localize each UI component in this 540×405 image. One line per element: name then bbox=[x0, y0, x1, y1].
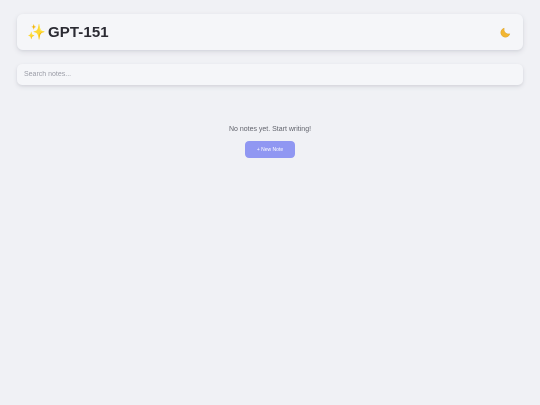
sparkles-icon: ✨ bbox=[27, 22, 46, 41]
crescent-moon-icon bbox=[500, 27, 510, 37]
app-title: GPT-151 bbox=[48, 23, 109, 41]
empty-state: No notes yet. Start writing! + New Note bbox=[0, 125, 540, 158]
theme-toggle-button[interactable] bbox=[497, 24, 513, 40]
search-input[interactable] bbox=[24, 71, 516, 78]
app-brand: ✨ GPT-151 bbox=[27, 24, 109, 41]
app-header: ✨ GPT-151 bbox=[17, 14, 523, 50]
new-note-button[interactable]: + New Note bbox=[245, 141, 295, 158]
empty-state-message: No notes yet. Start writing! bbox=[228, 126, 312, 133]
search-bar bbox=[17, 64, 523, 85]
